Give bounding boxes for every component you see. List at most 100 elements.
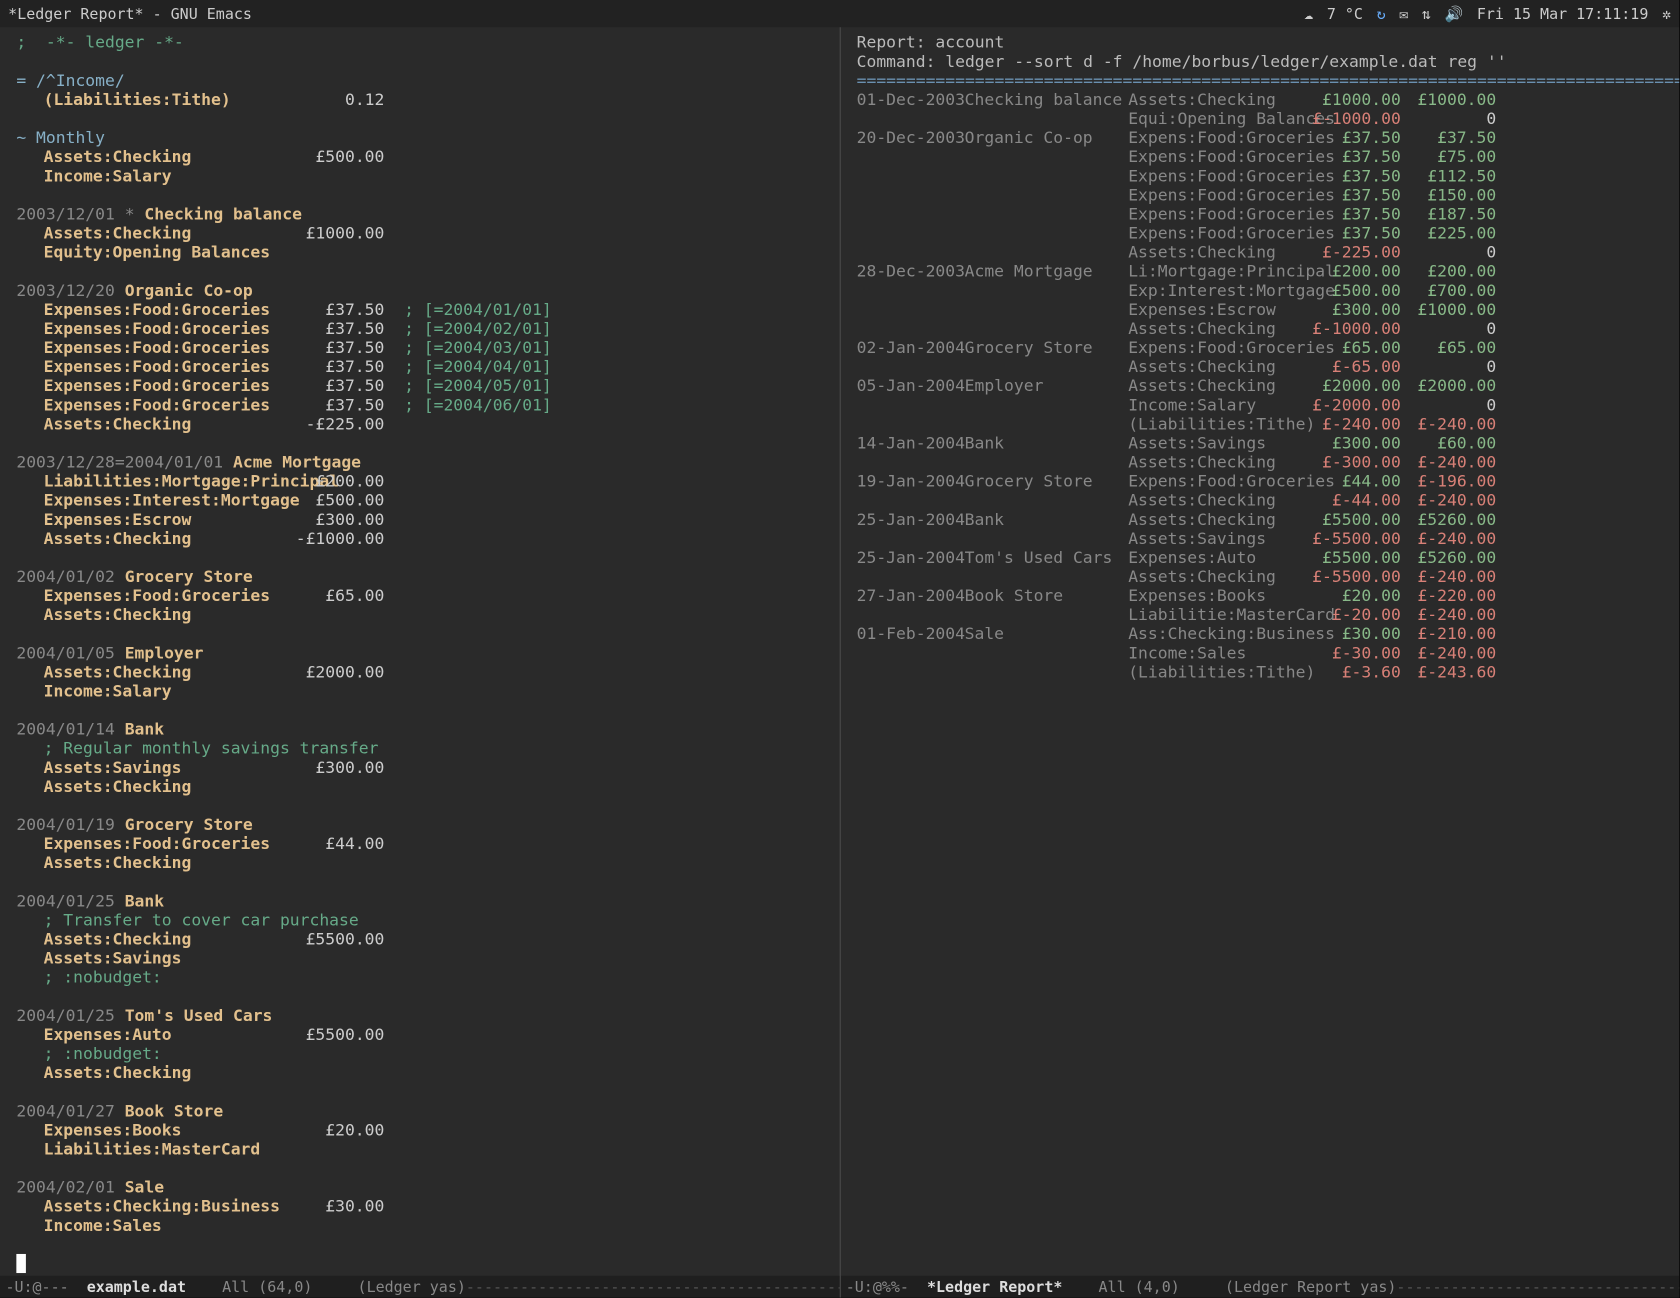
left-modeline: -U:@--- example.dat All (64,0) (Ledger y… (0, 1276, 839, 1298)
clock: Fri 15 Mar 17:11:19 (1477, 5, 1649, 23)
txn-comment: ; Transfer to cover car purchase (44, 910, 359, 929)
row-account: Expens:Food:Groceries (1128, 128, 1305, 147)
posting-note: ; [=2004/04/01] (404, 357, 552, 376)
txn-date: 2004/01/19 (16, 815, 114, 834)
txn-comment: ; :nobudget: (44, 968, 162, 987)
txn-date: 2004/02/01 (16, 1178, 114, 1197)
modeline-mode: (Ledger yas) (358, 1278, 466, 1296)
row-total: £37.50 (1401, 128, 1496, 147)
mail-icon[interactable]: ✉ (1399, 5, 1408, 23)
modeline-position: All (64,0) (222, 1278, 312, 1296)
txn-date: 2004/01/05 (16, 643, 114, 662)
report-row: 25-Jan-2004 Tom's Used CarsExpenses:Auto… (857, 548, 1671, 567)
posting-amount: £1000.00 (289, 224, 384, 243)
row-account: Assets:Checking (1128, 491, 1305, 510)
row-account: Assets:Savings (1128, 433, 1305, 452)
report-row: 05-Jan-2004 EmployerAssets:Checking£2000… (857, 376, 1671, 395)
posting-account: Expenses:Food:Groceries (44, 319, 289, 338)
report-row: Expenses:Escrow£300.00£1000.00 (857, 300, 1671, 319)
row-payee: Book Store (965, 586, 1129, 605)
right-pane[interactable]: Report: account Command: ledger --sort d… (840, 27, 1679, 1297)
txn-payee: Organic Co-op (125, 281, 253, 300)
posting-account: Assets:Checking:Business (44, 1197, 289, 1216)
row-account: Liabilitie:MasterCard (1128, 605, 1305, 624)
posting-note: ; [=2004/03/01] (404, 338, 552, 357)
txn-payee: Bank (125, 891, 164, 910)
row-account: Expens:Food:Groceries (1128, 472, 1305, 491)
row-amount: £37.50 (1305, 128, 1400, 147)
row-total: £2000.00 (1401, 376, 1496, 395)
txn-payee: Checking balance (144, 204, 302, 223)
row-amount: £-5500.00 (1305, 567, 1400, 586)
row-amount: £5500.00 (1305, 548, 1400, 567)
row-account: Expenses:Escrow (1128, 300, 1305, 319)
posting-amount: 0.12 (289, 90, 384, 109)
row-payee: Checking balance (965, 90, 1129, 109)
emacs-frame: *Ledger Report* - GNU Emacs ☁ 7 °C ↻ ✉ ⇅… (0, 0, 1679, 1298)
row-total: £-243.60 (1401, 662, 1496, 681)
row-account: Expenses:Books (1128, 586, 1305, 605)
row-payee: Grocery Store (965, 338, 1129, 357)
row-total: £75.00 (1401, 147, 1496, 166)
row-amount: £37.50 (1305, 204, 1400, 223)
row-payee: Grocery Store (965, 472, 1129, 491)
row-amount: £20.00 (1305, 586, 1400, 605)
posting-amount: £37.50 (289, 338, 384, 357)
txn-date: 2003/12/20 (16, 281, 114, 300)
report-row: Equi:Opening Balances£-1000.000 (857, 109, 1671, 128)
posting-amount: -£225.00 (289, 414, 384, 433)
row-total: £60.00 (1401, 433, 1496, 452)
row-account: Equi:Opening Balances (1128, 109, 1305, 128)
posting-account: Expenses:Food:Groceries (44, 586, 289, 605)
txn-date: 2003/12/28=2004/01/01 (16, 453, 223, 472)
posting-account: Expenses:Interest:Mortgage (44, 491, 289, 510)
txn-payee: Grocery Store (125, 567, 253, 586)
settings-icon[interactable]: ✲ (1662, 5, 1671, 23)
refresh-icon[interactable]: ↻ (1377, 5, 1386, 23)
right-modeline: -U:@%%- *Ledger Report* All (4,0) (Ledge… (840, 1276, 1679, 1298)
report-row: Income:Sales£-30.00£-240.00 (857, 643, 1671, 662)
report-row: 25-Jan-2004 BankAssets:Checking£5500.00£… (857, 510, 1671, 529)
row-date: 28-Dec-2003 (857, 262, 955, 281)
row-amount: £500.00 (1305, 281, 1400, 300)
network-icon[interactable]: ⇅ (1422, 5, 1431, 23)
row-account: Expens:Food:Groceries (1128, 185, 1305, 204)
posting-account: Income:Sales (44, 1216, 289, 1235)
row-account: Expens:Food:Groceries (1128, 204, 1305, 223)
row-account: Assets:Checking (1128, 90, 1305, 109)
txn-comment: ; :nobudget: (44, 1044, 162, 1063)
posting-note: ; [=2004/01/01] (404, 300, 552, 319)
row-account: Assets:Checking (1128, 357, 1305, 376)
posting-amount: £30.00 (289, 1197, 384, 1216)
txn-date: 2003/12/01 (16, 204, 114, 223)
row-total: £-196.00 (1401, 472, 1496, 491)
posting-amount: £44.00 (289, 834, 384, 853)
posting-account: Assets:Checking (44, 605, 289, 624)
row-total: 0 (1401, 395, 1496, 414)
row-account: Assets:Checking (1128, 510, 1305, 529)
report-row: 19-Jan-2004 Grocery StoreExpens:Food:Gro… (857, 472, 1671, 491)
report-row: 27-Jan-2004 Book StoreExpenses:Books£20.… (857, 586, 1671, 605)
report-row: Assets:Checking£-65.000 (857, 357, 1671, 376)
posting-account: Expenses:Food:Groceries (44, 395, 289, 414)
posting-account: Equity:Opening Balances (44, 243, 289, 262)
row-amount: £-300.00 (1305, 453, 1400, 472)
txn-payee: Sale (125, 1178, 164, 1197)
row-total: £-220.00 (1401, 586, 1496, 605)
automated-rule: = /^Income/ (16, 71, 124, 90)
modeline-position: All (4,0) (1099, 1278, 1180, 1296)
row-account: Li:Mortgage:Principal (1128, 262, 1305, 281)
row-payee: Bank (965, 510, 1129, 529)
left-pane[interactable]: ; -*- ledger -*- = /^Income/ (Liabilitie… (0, 27, 840, 1297)
ledger-report-buffer[interactable]: Report: account Command: ledger --sort d… (840, 27, 1679, 1276)
row-amount: £-30.00 (1305, 643, 1400, 662)
posting-account: Assets:Checking (44, 1063, 289, 1082)
volume-icon[interactable]: 🔊 (1445, 5, 1464, 23)
row-total: £-240.00 (1401, 414, 1496, 433)
txn-date: 2004/01/14 (16, 720, 114, 739)
row-account: Expens:Food:Groceries (1128, 338, 1305, 357)
posting-note: ; [=2004/05/01] (404, 376, 552, 395)
row-payee: Bank (965, 433, 1129, 452)
row-total: 0 (1401, 319, 1496, 338)
ledger-source-buffer[interactable]: ; -*- ledger -*- = /^Income/ (Liabilitie… (0, 27, 839, 1276)
